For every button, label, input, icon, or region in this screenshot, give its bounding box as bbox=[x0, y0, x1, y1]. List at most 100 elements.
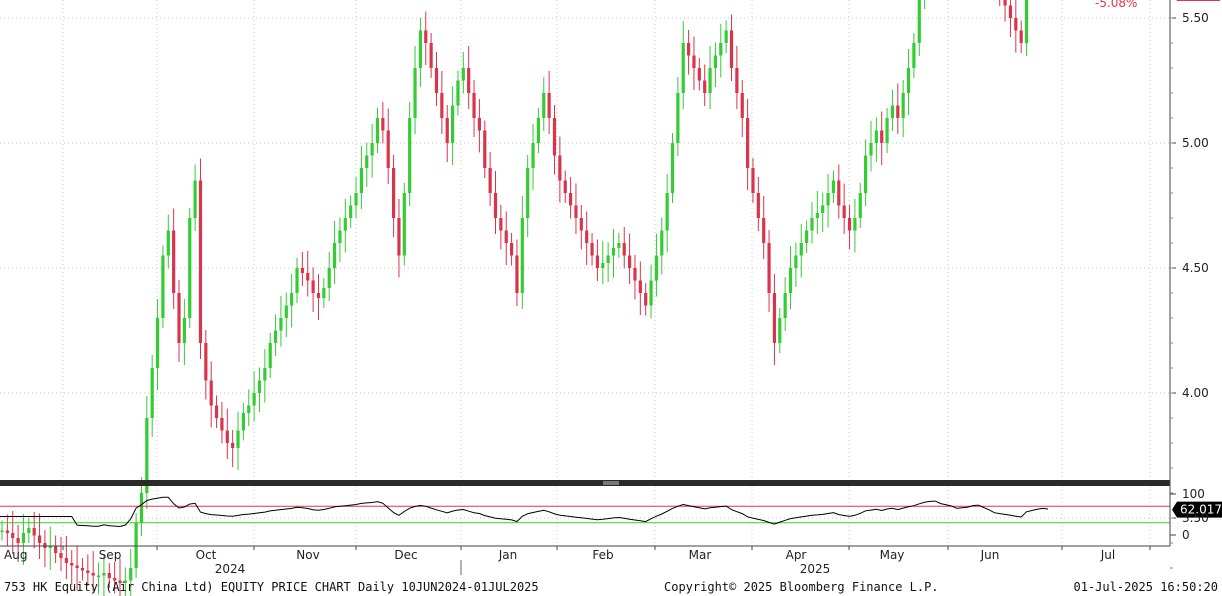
candle-body bbox=[542, 93, 546, 118]
candle-body bbox=[445, 118, 449, 143]
candle-body bbox=[467, 68, 471, 93]
candle-body bbox=[799, 243, 803, 256]
candle-body bbox=[917, 0, 921, 43]
candle-body bbox=[762, 218, 766, 243]
candle-body bbox=[86, 570, 90, 573]
candle-body bbox=[402, 193, 406, 256]
candle-body bbox=[692, 55, 696, 68]
panel-divider[interactable] bbox=[0, 480, 1170, 486]
candle-body bbox=[708, 68, 712, 93]
candle-body bbox=[906, 68, 911, 93]
candle-body bbox=[188, 218, 192, 318]
candle-body bbox=[450, 105, 455, 143]
candle-body bbox=[263, 368, 267, 381]
candle-body bbox=[611, 248, 616, 256]
level-annotation-support: -5.08% bbox=[1095, 0, 1137, 10]
candle-body bbox=[853, 218, 857, 231]
candle-body bbox=[864, 155, 868, 193]
candle-body bbox=[869, 143, 873, 156]
candle-body bbox=[424, 30, 428, 43]
candle-body bbox=[622, 243, 626, 256]
price-chart: +10.17%-5.08% 100062.017 7.006.505.505.0… bbox=[0, 0, 1222, 596]
candle-body bbox=[11, 533, 15, 538]
candle-body bbox=[526, 168, 530, 218]
candle-body bbox=[697, 68, 701, 81]
month-label: Dec bbox=[394, 548, 417, 562]
candle-body bbox=[509, 243, 514, 256]
candle-body bbox=[322, 288, 326, 298]
candle-body bbox=[268, 343, 272, 368]
candle-body bbox=[198, 180, 203, 343]
candle-body bbox=[279, 318, 283, 331]
candle-body bbox=[665, 193, 669, 231]
candle-body bbox=[182, 318, 186, 343]
candle-body bbox=[241, 413, 245, 431]
candle-body bbox=[247, 405, 251, 413]
candle-body bbox=[332, 243, 337, 268]
candle-body bbox=[129, 568, 133, 581]
candle-body bbox=[5, 530, 9, 533]
candle-body bbox=[220, 418, 224, 431]
price-tick-label: 5.50 bbox=[1182, 11, 1209, 25]
price-panel-bg bbox=[0, 0, 1170, 482]
time-axis: Aug Sep Oct Nov Dec Jan Feb Mar Apr May Jun Jul 2024… bbox=[4, 546, 1151, 576]
candle-body bbox=[365, 155, 369, 168]
candle-body bbox=[531, 143, 535, 168]
candle-body bbox=[660, 230, 664, 256]
candle-body bbox=[547, 93, 551, 118]
candle-body bbox=[504, 230, 508, 243]
month-label: Feb bbox=[592, 548, 613, 562]
candle-body bbox=[912, 43, 916, 68]
month-label: Nov bbox=[296, 548, 319, 562]
candle-body bbox=[1003, 0, 1007, 6]
candle-body bbox=[670, 143, 675, 193]
candle-body bbox=[794, 255, 798, 268]
price-tick-label: 4.50 bbox=[1182, 261, 1209, 275]
candle-body bbox=[257, 380, 262, 393]
candle-body bbox=[638, 280, 642, 293]
candle-body bbox=[359, 168, 363, 193]
candle-body bbox=[386, 130, 390, 168]
candle-body bbox=[644, 293, 648, 306]
candle-body bbox=[1024, 0, 1029, 43]
candle-body bbox=[595, 255, 600, 268]
candle-body bbox=[16, 538, 20, 543]
candle-body bbox=[316, 293, 321, 298]
candle-body bbox=[601, 263, 605, 268]
candle-body bbox=[826, 193, 830, 206]
candle-body bbox=[139, 493, 144, 523]
footer-copyright: Copyright© 2025 Bloomberg Finance L.P. bbox=[664, 580, 939, 594]
candle-body bbox=[231, 443, 235, 448]
candle-body bbox=[788, 268, 793, 293]
candle-body bbox=[204, 343, 208, 381]
month-label: May bbox=[880, 548, 905, 562]
year-label: 2025 bbox=[800, 562, 831, 576]
candle-body bbox=[354, 193, 358, 206]
candle-body bbox=[585, 230, 589, 243]
candle-body bbox=[676, 93, 680, 143]
candle-body bbox=[381, 118, 385, 131]
candle-body bbox=[536, 118, 541, 143]
candle-body bbox=[552, 118, 557, 156]
candle-body bbox=[225, 430, 229, 443]
price-tick-label: 5.00 bbox=[1182, 136, 1209, 150]
candle-body bbox=[772, 293, 777, 343]
candle-body bbox=[349, 205, 353, 218]
chart-window: +10.17%-5.08% 100062.017 7.006.505.505.0… bbox=[0, 0, 1222, 596]
divider-grip-icon[interactable] bbox=[603, 481, 619, 485]
candle-body bbox=[681, 43, 685, 93]
candle-body bbox=[719, 43, 723, 56]
year-label: 2024 bbox=[215, 562, 246, 576]
price-axis: 7.006.505.505.004.504.003.50 bbox=[1170, 11, 1209, 569]
candle-body bbox=[628, 255, 632, 268]
candle-body bbox=[327, 268, 331, 288]
price-tick-label: 4.00 bbox=[1182, 386, 1209, 400]
candle-body bbox=[874, 130, 878, 143]
candle-body bbox=[568, 193, 573, 206]
candle-body bbox=[59, 553, 63, 558]
candle-body bbox=[434, 68, 439, 93]
candle-body bbox=[633, 268, 637, 281]
candle-body bbox=[96, 575, 101, 577]
candle-body bbox=[300, 268, 304, 273]
candle-body bbox=[713, 55, 718, 68]
